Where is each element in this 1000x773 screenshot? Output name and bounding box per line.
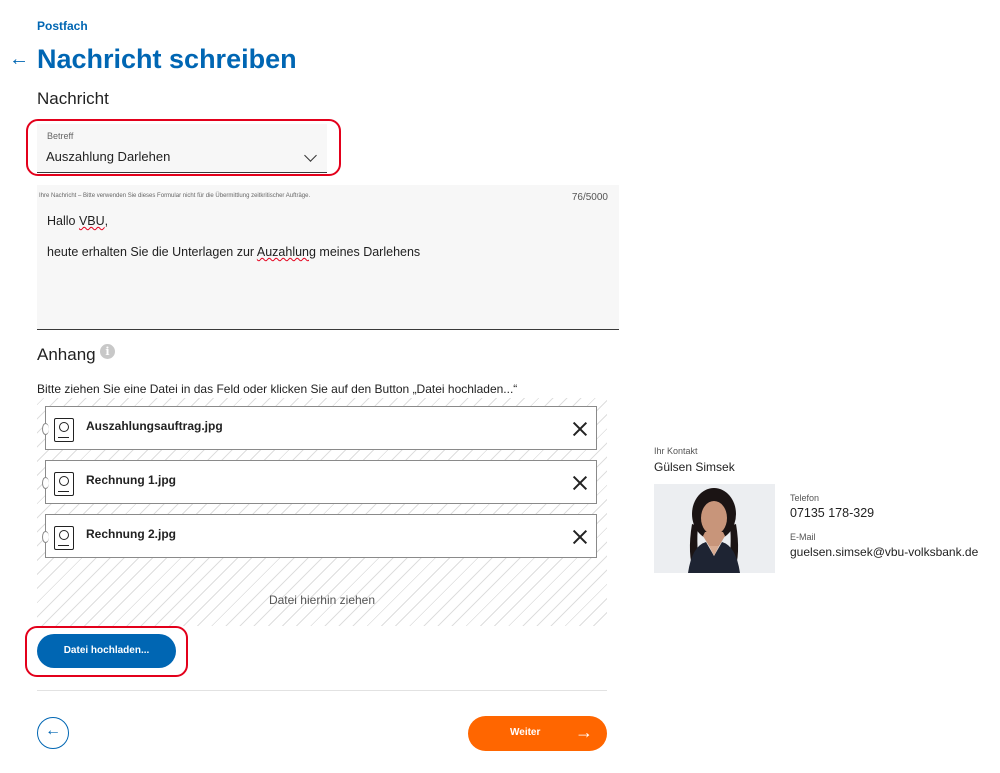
contact-kicker: Ihr Kontakt bbox=[654, 446, 698, 456]
subject-highlight-frame bbox=[26, 119, 341, 176]
attachment-name: Auszahlungsauftrag.jpg bbox=[86, 419, 223, 433]
next-label: Weiter bbox=[510, 727, 541, 738]
arrow-right-icon: → bbox=[575, 722, 593, 742]
message-hint: Ihre Nachricht – Bitte verwenden Sie die… bbox=[39, 193, 311, 199]
avatar-portrait bbox=[654, 484, 775, 573]
upload-instruction: Bitte ziehen Sie eine Datei in das Feld … bbox=[37, 382, 518, 396]
section-title-message: Nachricht bbox=[37, 89, 109, 108]
message-line-body: heute erhalten Sie die Unterlagen zur Au… bbox=[47, 245, 421, 259]
upload-highlight-frame bbox=[25, 626, 188, 677]
next-button[interactable]: Weiter → bbox=[468, 716, 607, 751]
info-icon[interactable]: i bbox=[100, 344, 115, 359]
email-label: E-Mail bbox=[790, 532, 816, 542]
divider bbox=[37, 690, 607, 691]
attachment-name: Rechnung 1.jpg bbox=[86, 473, 176, 487]
attachment-name: Rechnung 2.jpg bbox=[86, 527, 176, 541]
remove-attachment-close-icon[interactable] bbox=[572, 475, 588, 491]
back-arrow-icon[interactable]: ← bbox=[9, 48, 29, 71]
image-file-icon bbox=[54, 526, 74, 550]
image-file-icon bbox=[54, 418, 74, 442]
attachment-item: Auszahlungsauftrag.jpg bbox=[42, 406, 597, 450]
remove-attachment-close-icon[interactable] bbox=[572, 529, 588, 545]
attachments-title: Anhang bbox=[37, 345, 96, 364]
contact-name: Gülsen Simsek bbox=[654, 460, 735, 474]
image-file-icon bbox=[54, 472, 74, 496]
message-textarea[interactable]: Ihre Nachricht – Bitte verwenden Sie die… bbox=[37, 185, 619, 330]
phone-number[interactable]: 07135 178-329 bbox=[790, 506, 874, 520]
file-dropzone[interactable]: Auszahlungsauftrag.jpg Rechnung 1.jpg Re… bbox=[37, 398, 607, 626]
arrow-left-icon: ← bbox=[45, 722, 61, 739]
drop-hint: Datei hierhin ziehen bbox=[268, 593, 376, 607]
email-address[interactable]: guelsen.simsek@vbu-volksbank.de bbox=[790, 545, 978, 559]
attachment-item: Rechnung 1.jpg bbox=[42, 460, 597, 504]
attachment-tab bbox=[42, 423, 49, 435]
breadcrumb-postfach[interactable]: Postfach bbox=[37, 19, 88, 33]
contact-photo bbox=[654, 484, 775, 573]
attachment-item: Rechnung 2.jpg bbox=[42, 514, 597, 558]
remove-attachment-close-icon[interactable] bbox=[572, 421, 588, 437]
attachment-tab bbox=[42, 477, 49, 489]
attachment-tab bbox=[42, 531, 49, 543]
back-button[interactable]: ← bbox=[37, 717, 69, 749]
phone-label: Telefon bbox=[790, 493, 820, 503]
message-line-greeting: Hallo VBU, bbox=[47, 214, 109, 228]
page-title: Nachricht schreiben bbox=[37, 44, 297, 74]
character-counter: 76/5000 bbox=[571, 192, 608, 203]
